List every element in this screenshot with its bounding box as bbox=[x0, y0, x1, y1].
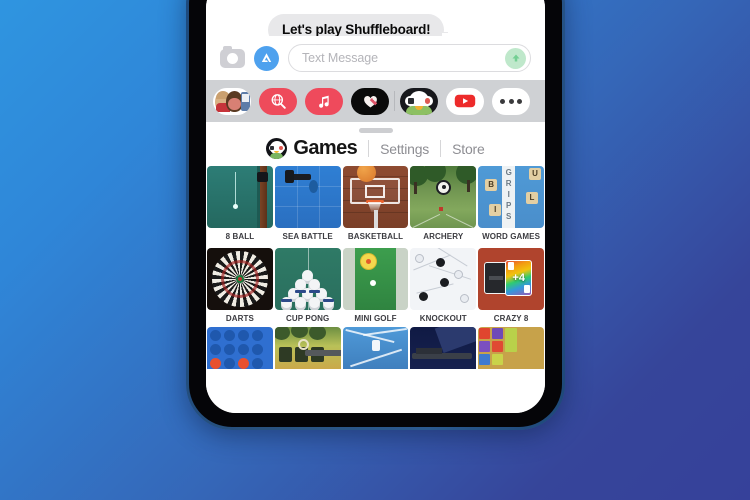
send-arrow-icon[interactable] bbox=[505, 47, 526, 69]
memoji-card-inner bbox=[242, 93, 249, 102]
game-tile-darts[interactable]: DARTS bbox=[207, 247, 273, 327]
game-thumb-word-games: G R I P S B I U L bbox=[478, 165, 544, 228]
game-label: KNOCKOUT bbox=[419, 313, 467, 323]
game-thumb-night-game[interactable] bbox=[410, 326, 477, 369]
game-tile-mini-golf[interactable]: MINI GOLF bbox=[342, 247, 409, 327]
game-pigeon-logo-icon bbox=[266, 138, 288, 159]
game-label: CRAZY 8 bbox=[493, 313, 529, 323]
more-dots-icon bbox=[500, 98, 522, 104]
game-thumb-8-ball bbox=[207, 165, 273, 228]
phone-bezel: Let's play Shuffleboard! Text Message Ga… bbox=[189, 0, 562, 427]
game-tile-word-games[interactable]: G R I P S B I U L WORD GAMES bbox=[478, 165, 544, 245]
game-thumb-basketball bbox=[342, 165, 409, 228]
game-tile-crazy-8[interactable]: +4 CRAZY 8 bbox=[478, 247, 544, 327]
game-label: DARTS bbox=[225, 313, 254, 323]
game-label: MINI GOLF bbox=[354, 313, 397, 323]
phone-frame: Let's play Shuffleboard! Text Message Ga… bbox=[186, 0, 565, 430]
game-thumb-crazy-8: +4 bbox=[478, 247, 544, 310]
app-icon-youtube[interactable] bbox=[446, 87, 484, 115]
game-thumb-laser[interactable] bbox=[342, 326, 409, 369]
app-icon-memoji-stickers[interactable] bbox=[213, 87, 251, 115]
text-message-placeholder: Text Message bbox=[302, 51, 378, 65]
games-grid-row-1: 8 BALL SEA BATTLE BASKETBALL ARCHERY G R… bbox=[206, 163, 545, 245]
text-message-field[interactable]: Text Message bbox=[288, 44, 531, 72]
wild-draw-four-card: +4 bbox=[505, 259, 533, 296]
app-icon-fitness-activity[interactable] bbox=[351, 87, 389, 115]
store-link[interactable]: Store bbox=[452, 141, 485, 157]
header-divider-2 bbox=[440, 140, 442, 157]
games-title: Games bbox=[293, 137, 358, 159]
app-icon-more[interactable] bbox=[492, 87, 530, 115]
game-label: BASKETBALL bbox=[347, 231, 404, 241]
game-tile-knockout[interactable]: KNOCKOUT bbox=[410, 247, 477, 327]
game-thumb-blocks[interactable] bbox=[478, 326, 544, 369]
camera-icon[interactable] bbox=[220, 45, 245, 68]
game-tile-sea-battle[interactable]: SEA BATTLE bbox=[274, 165, 341, 245]
game-tile-basketball[interactable]: BASKETBALL bbox=[342, 165, 409, 245]
games-header: Games Settings Store bbox=[206, 133, 545, 163]
game-tile-archery[interactable]: ARCHERY bbox=[410, 165, 477, 245]
message-text: Let's play Shuffleboard! bbox=[282, 22, 431, 37]
game-pigeon-panel: Games Settings Store 8 BALL SEA BATTLE B… bbox=[206, 122, 545, 413]
header-divider-1 bbox=[368, 140, 370, 157]
phone-screen: Let's play Shuffleboard! Text Message Ga… bbox=[206, 0, 545, 413]
game-thumb-mini-golf bbox=[342, 247, 409, 310]
app-icon-game-pigeon[interactable] bbox=[400, 87, 438, 115]
app-icon-app-store-search[interactable] bbox=[259, 87, 297, 115]
game-label: 8 BALL bbox=[225, 231, 255, 241]
game-thumb-tanks[interactable] bbox=[274, 326, 341, 369]
game-thumb-connect-four[interactable] bbox=[207, 326, 273, 369]
game-label: ARCHERY bbox=[423, 231, 464, 241]
games-grid-row-3-partial bbox=[206, 326, 545, 369]
dpad-icon bbox=[408, 98, 414, 104]
game-label: CUP PONG bbox=[286, 313, 330, 323]
message-input-bar: Text Message bbox=[206, 36, 545, 80]
game-thumb-darts bbox=[207, 247, 273, 310]
imessage-app-drawer bbox=[206, 80, 545, 122]
action-button-icon bbox=[424, 98, 430, 104]
conversation-area: Let's play Shuffleboard! bbox=[206, 0, 545, 46]
memoji-mask-b bbox=[228, 97, 241, 110]
drawer-divider bbox=[394, 91, 395, 111]
game-thumb-knockout bbox=[410, 247, 477, 310]
app-icon-apple-music[interactable] bbox=[305, 87, 343, 115]
card-value: +4 bbox=[512, 271, 525, 284]
settings-link[interactable]: Settings bbox=[380, 141, 429, 157]
game-label: WORD GAMES bbox=[482, 231, 541, 241]
game-label: SEA BATTLE bbox=[282, 231, 333, 241]
game-tile-8-ball[interactable]: 8 BALL bbox=[207, 165, 273, 245]
game-thumb-archery bbox=[410, 165, 477, 228]
game-thumb-sea-battle bbox=[274, 165, 341, 228]
games-grid-row-2: DARTS CUP PONG MINI GOLF KNOCKOUT +4 CRA… bbox=[206, 245, 545, 327]
game-tile-cup-pong[interactable]: CUP PONG bbox=[274, 247, 341, 327]
game-thumb-cup-pong bbox=[274, 247, 341, 310]
app-store-icon[interactable] bbox=[254, 45, 279, 71]
